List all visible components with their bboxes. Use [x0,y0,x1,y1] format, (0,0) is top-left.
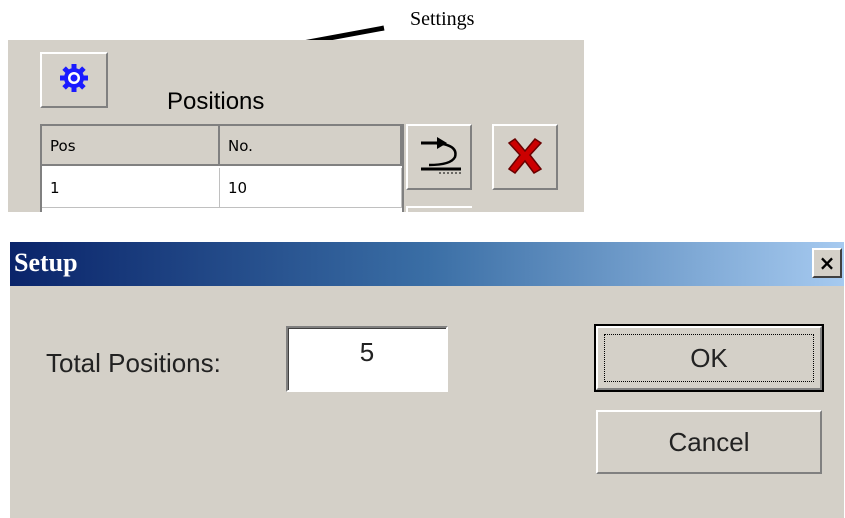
undo-icon [415,133,463,182]
focus-ring [604,334,814,382]
total-positions-label: Total Positions: [46,348,221,378]
partial-button[interactable] [406,206,472,212]
dialog-titlebar[interactable]: Setup × [10,242,844,286]
cancel-button[interactable]: Cancel [596,410,822,474]
cancel-label: Cancel [668,426,750,457]
delete-button[interactable] [492,124,558,190]
positions-panel: Positions Pos No. 1 10 [8,40,584,212]
positions-title: Positions [167,88,265,115]
column-header-no[interactable]: No. [220,126,402,166]
setup-dialog: Setup × Total Positions: 5 OK Cancel [8,240,844,518]
ok-button[interactable]: OK [594,324,824,392]
table-header-row: Pos No. [42,126,402,166]
table-cell-pos[interactable]: 1 [42,168,220,208]
positions-table[interactable]: Pos No. 1 10 [40,124,404,212]
table-row[interactable]: 1 10 [42,168,402,208]
dialog-title: Setup [14,248,78,277]
red-x-icon [505,133,545,182]
column-header-pos[interactable]: Pos [42,126,220,166]
gear-icon [59,63,89,98]
total-positions-input[interactable]: 5 [286,326,448,392]
close-button[interactable]: × [812,248,842,278]
close-icon: × [818,251,836,275]
table-cell-no[interactable]: 10 [220,168,402,208]
settings-button[interactable] [40,52,108,108]
undo-button[interactable] [406,124,472,190]
